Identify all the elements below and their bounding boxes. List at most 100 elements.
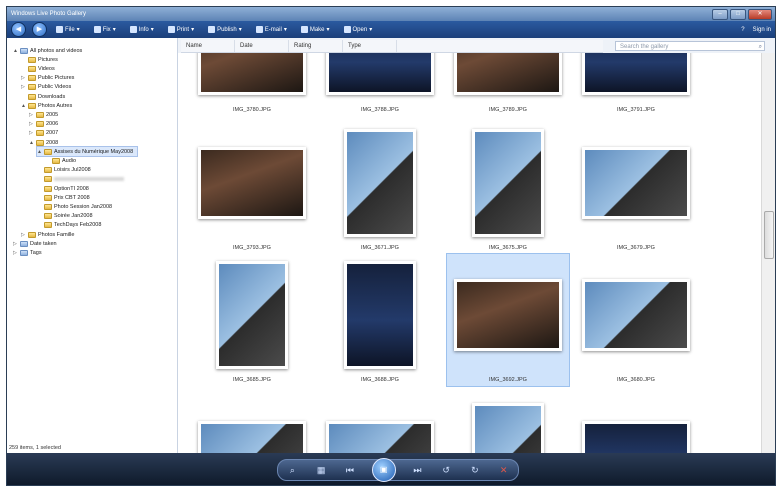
expand-toggle-icon[interactable]: ▷ [29, 121, 34, 127]
delete-icon[interactable]: ✕ [497, 465, 511, 476]
fix-icon [93, 26, 101, 33]
chevron-down-icon: ▾ [150, 27, 154, 33]
tree-item-label: All photos and videos [30, 47, 83, 54]
photo-thumbnail[interactable] [216, 261, 288, 369]
tree-item-label: Public Pictures [38, 75, 75, 82]
window-title: Windows Live Photo Gallery [11, 11, 87, 17]
menu-label: Make [309, 26, 325, 33]
tree-item[interactable]: ▲ 2008 [29, 138, 58, 147]
expand-toggle-icon[interactable]: ▷ [13, 241, 18, 247]
expand-toggle-icon[interactable]: ▷ [29, 112, 34, 118]
expand-toggle-icon[interactable]: ▲ [13, 48, 18, 54]
search-placeholder: Search the gallery [620, 44, 669, 50]
expand-toggle-icon[interactable]: ▷ [13, 250, 18, 256]
bottom-control-bar: ⌕ ▦ ⏮ ▣ ⏭ ↺ ↻ ✕ [7, 453, 775, 485]
photo-thumbnail[interactable] [454, 53, 562, 95]
menu-make[interactable]: Make ▾ [298, 25, 333, 34]
menu-info[interactable]: Info ▾ [127, 25, 157, 34]
minimize-button[interactable]: – [712, 8, 728, 20]
photo-thumbnail[interactable] [344, 261, 416, 369]
sign-in-link[interactable]: Sign in [753, 27, 771, 33]
tree-item[interactable]: ▷ 2005 [29, 110, 58, 119]
zoom-icon[interactable]: ⌕ [285, 465, 299, 476]
folder-icon [36, 121, 44, 128]
tree-item[interactable]: Downloads [21, 92, 65, 101]
tree-item[interactable]: ▷ 2006 [29, 120, 58, 129]
menu-file[interactable]: File ▾ [53, 25, 83, 34]
photo-thumbnail[interactable] [454, 279, 562, 351]
tree-item[interactable]: TechDays Feb2008 [37, 221, 101, 230]
photo-thumbnail[interactable] [472, 403, 544, 453]
slideshow-button[interactable]: ▣ [371, 458, 396, 482]
tree-item[interactable]: Pictures [21, 55, 58, 64]
tree-item[interactable]: Soirée Jan2008 [37, 212, 93, 221]
tree-item-label: TechDays Feb2008 [54, 222, 102, 229]
tree-item[interactable]: ▷ Date taken [13, 239, 57, 248]
photo-thumbnail[interactable] [326, 53, 434, 95]
photo-thumbnail[interactable] [198, 53, 306, 95]
search-icon: ⌕ [758, 44, 762, 50]
next-icon[interactable]: ⏭ [410, 465, 424, 476]
tree-item[interactable]: ▷ Public Pictures [21, 74, 74, 83]
photo-thumbnail[interactable] [198, 421, 306, 453]
back-button[interactable]: ◀ [11, 22, 26, 37]
tree-item-label: Soirée Jan2008 [54, 213, 93, 220]
photo-thumbnail[interactable] [582, 421, 690, 453]
expand-toggle-icon[interactable]: ▲ [29, 140, 34, 146]
vertical-scrollbar[interactable] [761, 53, 775, 453]
rotate-left-icon[interactable]: ↺ [439, 465, 453, 476]
tree-item[interactable]: ▷ Photos Famille [21, 230, 74, 239]
close-button[interactable]: ✕ [748, 8, 772, 20]
column-header[interactable]: Type [343, 40, 397, 52]
expand-toggle-icon[interactable]: ▷ [21, 84, 26, 90]
tree-item[interactable]: Videos [21, 64, 55, 73]
menu-label: Info [138, 26, 149, 33]
column-header[interactable]: Name [181, 40, 235, 52]
maximize-button[interactable]: □ [730, 8, 746, 20]
tree-item[interactable]: ▷ Public Videos [21, 83, 71, 92]
forward-button[interactable]: ▶ [32, 22, 47, 37]
photo-thumbnail[interactable] [198, 147, 306, 219]
window-controls: – □ ✕ [712, 8, 772, 20]
tree-item-label: OptionTI 2008 [54, 185, 89, 192]
expand-toggle-icon[interactable]: ▷ [21, 75, 26, 81]
folder-icon [36, 111, 44, 118]
photo-thumbnail[interactable] [472, 129, 544, 237]
expand-toggle-icon[interactable]: ▲ [37, 149, 42, 155]
menu-fix[interactable]: Fix ▾ [91, 25, 119, 34]
rotate-right-icon[interactable]: ↻ [468, 465, 482, 476]
tree-item[interactable]: ▷ 2007 [29, 129, 58, 138]
column-header[interactable]: Rating [289, 40, 343, 52]
menu-print[interactable]: Print ▾ [165, 25, 197, 34]
search-input[interactable]: Search the gallery ⌕ [615, 41, 765, 51]
photo-thumbnail[interactable] [326, 421, 434, 453]
publish-icon [208, 26, 216, 33]
scrollbar-thumb[interactable] [764, 211, 774, 259]
menu-open[interactable]: Open ▾ [341, 25, 376, 34]
previous-icon[interactable]: ⏮ [343, 465, 357, 476]
tree-item[interactable]: ▲ Assises du Numérique May2008 [35, 146, 139, 158]
photo-thumbnail[interactable] [344, 129, 416, 237]
menu-email[interactable]: E-mail ▾ [253, 25, 290, 34]
help-icon[interactable]: ? [741, 27, 744, 33]
tree-item[interactable]: ▲ All photos and videos [13, 46, 82, 55]
expand-toggle-icon[interactable]: ▲ [21, 103, 26, 109]
photo-thumbnail[interactable] [582, 147, 690, 219]
tree-item[interactable]: OptionTI 2008 [37, 184, 89, 193]
tree-item[interactable]: ▲ Photos Autres [21, 101, 72, 110]
expand-toggle-icon[interactable]: ▷ [21, 232, 26, 238]
tree-item[interactable] [37, 175, 124, 184]
expand-toggle-icon[interactable]: ▷ [29, 130, 34, 136]
menu-publish[interactable]: Publish ▾ [205, 25, 245, 34]
photo-thumbnail[interactable] [582, 53, 690, 95]
tree-item[interactable]: ▷ Tags [13, 248, 42, 257]
tree-item[interactable]: Prix CBT 2008 [37, 193, 90, 202]
column-header[interactable]: Date [235, 40, 289, 52]
photo-filename: IMG_3789.JPG [489, 107, 527, 113]
tree-item[interactable]: Loisirs Jul2008 [37, 166, 91, 175]
tree-item[interactable]: Photo Session Jan2008 [37, 202, 112, 211]
photo-thumbnail[interactable] [582, 279, 690, 351]
tree-item-label: Videos [38, 65, 55, 72]
tree-item[interactable]: Audio [45, 156, 76, 165]
actual-size-icon[interactable]: ▦ [314, 465, 328, 476]
